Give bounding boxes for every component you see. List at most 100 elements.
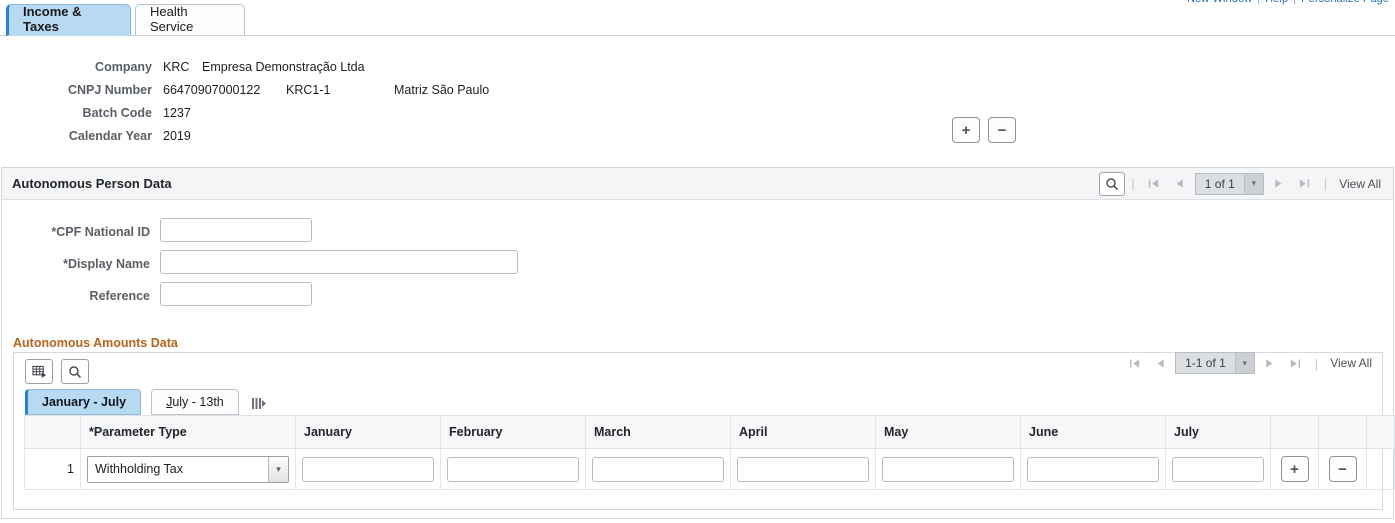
autonomous-amounts-grid: January - July July - 13th 1-1 of 1 ▾ | … — [13, 351, 1395, 510]
calendar-year-value: 2019 — [163, 129, 191, 143]
cell-april — [730, 448, 876, 490]
grid-download-button[interactable] — [25, 359, 53, 384]
cell-may — [875, 448, 1021, 490]
cell-july — [1165, 448, 1271, 490]
add-amount-row-button[interactable]: + — [1280, 456, 1309, 482]
pager-divider-left: | — [1131, 176, 1135, 191]
amounts-next-button[interactable] — [1257, 351, 1283, 375]
amounts-last-button[interactable] — [1283, 351, 1309, 375]
june-amount-input[interactable] — [1027, 456, 1159, 482]
amounts-section-title: Autonomous Amounts Data — [13, 336, 178, 350]
person-find-button[interactable] — [1099, 171, 1126, 196]
tab-income-and-taxes[interactable]: Income & Taxes — [6, 4, 131, 36]
april-amount-input[interactable] — [737, 456, 869, 482]
first-page-icon — [1129, 358, 1139, 368]
reference-label: Reference — [89, 289, 150, 303]
col-header-june[interactable]: June — [1020, 415, 1166, 449]
last-page-icon — [1291, 358, 1301, 368]
person-last-button[interactable] — [1292, 172, 1318, 196]
january-amount-input[interactable] — [302, 456, 434, 482]
previous-page-icon — [1177, 179, 1183, 188]
person-pager: | 1 of 1 ▾ | View All — [1099, 171, 1385, 196]
person-row-count[interactable]: 1 of 1 ▾ — [1194, 172, 1264, 195]
person-first-button[interactable] — [1141, 172, 1167, 196]
delete-amount-row-button[interactable]: − — [1328, 456, 1357, 482]
add-person-row-button[interactable]: + — [952, 117, 980, 143]
tab-health-service[interactable]: Health Service — [135, 4, 245, 36]
next-page-icon — [1266, 358, 1273, 368]
cnpj-number-value: 66470907000122 — [163, 83, 261, 97]
grid-tab-strip: January - July July - 13th — [25, 389, 267, 415]
amounts-table: *Parameter Type January February March A… — [24, 415, 1395, 490]
col-header-add — [1270, 415, 1319, 449]
field-row-display-name: *Display Name — [2, 250, 1393, 282]
cell-add: + — [1270, 448, 1319, 490]
person-fields-area: *CPF National ID *Display Name Reference… — [2, 117, 1393, 333]
key-field-batch-code: Batch Code 1237 — [0, 106, 700, 129]
company-label: Company — [95, 60, 152, 74]
person-prev-button[interactable] — [1167, 172, 1193, 196]
grid-download-icon — [31, 365, 46, 378]
pager-divider-right: | — [1323, 176, 1328, 191]
batch-code-value: 1237 — [163, 106, 191, 120]
show-next-tabs-button[interactable] — [251, 397, 267, 410]
amounts-prev-button[interactable] — [1147, 351, 1173, 375]
row-number: 1 — [24, 448, 81, 490]
col-header-parameter-type[interactable]: *Parameter Type — [80, 415, 296, 449]
col-header-january[interactable]: January — [295, 415, 441, 449]
february-amount-input[interactable] — [447, 456, 579, 482]
chevron-down-icon[interactable]: ▾ — [268, 456, 288, 482]
amounts-row-count-text: 1-1 of 1 — [1185, 356, 1226, 370]
col-header-spacer — [1366, 415, 1395, 449]
grid-tab-july-13th[interactable]: July - 13th — [151, 389, 239, 415]
col-header-march[interactable]: March — [585, 415, 731, 449]
person-view-all-link[interactable]: View All — [1339, 177, 1381, 191]
grid-tab-january-july[interactable]: January - July — [25, 389, 142, 415]
chevron-down-icon[interactable]: ▾ — [1243, 173, 1263, 194]
cell-spacer — [1366, 448, 1395, 490]
person-next-button[interactable] — [1266, 172, 1292, 196]
field-row-reference: Reference — [2, 282, 1393, 314]
tab-health-service-label: Health Service — [150, 4, 194, 34]
display-name-input[interactable] — [160, 250, 518, 274]
parameter-type-selected-value: Withholding Tax — [95, 462, 184, 476]
company-name-value: Empresa Demonstração Ltda — [202, 60, 365, 74]
amounts-view-all-link[interactable]: View All — [1330, 356, 1372, 370]
reference-input[interactable] — [160, 282, 312, 306]
parameter-type-select[interactable]: Withholding Tax ▾ — [87, 455, 289, 483]
cell-february — [440, 448, 586, 490]
key-field-company: Company KRC Empresa Demonstração Ltda — [0, 60, 700, 83]
grid-toolbar: January - July July - 13th 1-1 of 1 ▾ | … — [14, 351, 1382, 415]
cell-parameter-type: Withholding Tax ▾ — [80, 448, 296, 490]
delete-person-row-button[interactable]: − — [988, 117, 1016, 143]
company-code-value: KRC — [163, 60, 190, 74]
cpf-national-id-input[interactable] — [160, 218, 312, 242]
autonomous-person-data-panel: Autonomous Person Data | 1 of 1 ▾ | View… — [1, 117, 1395, 519]
key-field-calendar-year: Calendar Year 2019 — [0, 129, 700, 152]
cnpj-number-label: CNPJ Number — [67, 83, 152, 97]
batch-code-label: Batch Code — [82, 106, 152, 120]
grid-find-button[interactable] — [61, 359, 89, 384]
col-header-july[interactable]: July — [1165, 415, 1271, 449]
amounts-first-button[interactable] — [1121, 351, 1147, 375]
display-name-label: *Display Name — [63, 257, 150, 271]
col-header-delete — [1318, 415, 1367, 449]
cell-delete: − — [1318, 448, 1367, 490]
col-header-april[interactable]: April — [730, 415, 876, 449]
march-amount-input[interactable] — [592, 456, 724, 482]
col-header-may[interactable]: May — [875, 415, 1021, 449]
col-header-rownum — [24, 415, 81, 449]
cpf-national-id-label: *CPF National ID — [51, 225, 150, 239]
may-amount-input[interactable] — [882, 456, 1014, 482]
cell-january — [295, 448, 441, 490]
amounts-pager-divider: | — [1314, 355, 1319, 371]
search-icon — [69, 365, 82, 378]
cell-june — [1020, 448, 1166, 490]
amounts-table-header-row: *Parameter Type January February March A… — [24, 415, 1395, 449]
amounts-row-count[interactable]: 1-1 of 1 ▾ — [1175, 352, 1255, 374]
cell-march — [585, 448, 731, 490]
july-amount-input[interactable] — [1172, 456, 1264, 482]
chevron-down-icon[interactable]: ▾ — [1234, 353, 1254, 373]
col-header-february[interactable]: February — [440, 415, 586, 449]
cnpj-establishment-value: KRC1-1 — [286, 83, 331, 97]
